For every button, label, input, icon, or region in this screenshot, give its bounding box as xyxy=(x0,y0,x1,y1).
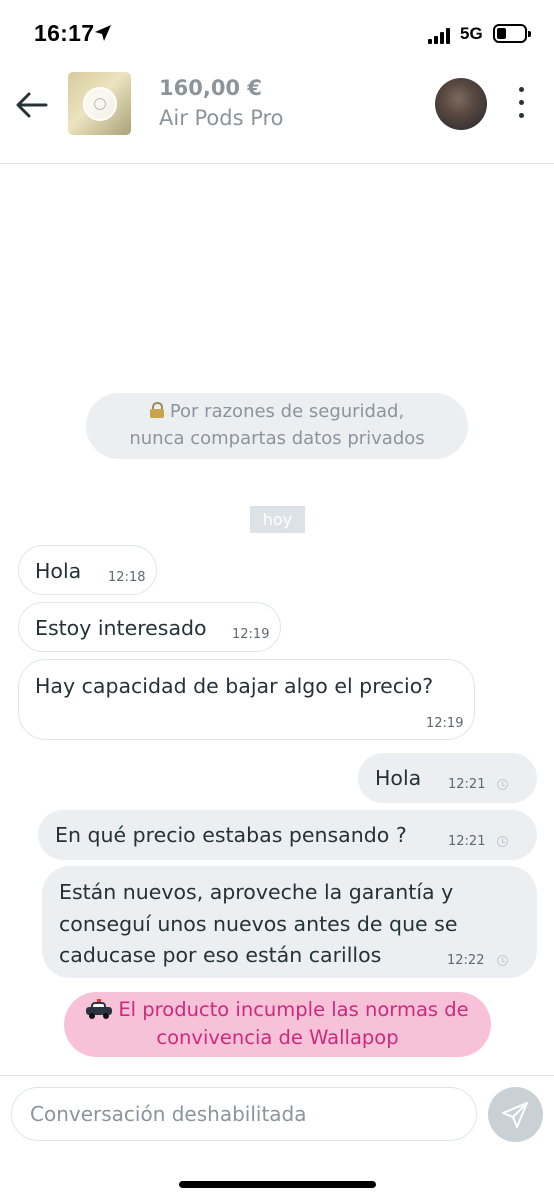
user-avatar[interactable] xyxy=(435,78,487,130)
home-indicator xyxy=(179,1181,376,1188)
date-separator: hoy xyxy=(250,506,305,533)
status-bar: 16:17 5G xyxy=(0,0,554,70)
product-price[interactable]: 160,00 € xyxy=(159,76,262,100)
message-time: 12:21 xyxy=(448,834,486,849)
outgoing-message[interactable]: Hola 12:21 xyxy=(358,753,537,803)
security-notice: Por razones de seguridad, nunca comparta… xyxy=(86,393,468,459)
police-car-icon xyxy=(86,999,113,1019)
product-thumbnail[interactable] xyxy=(68,72,131,135)
message-time: 12:19 xyxy=(426,716,464,731)
pending-clock-icon xyxy=(497,779,508,790)
network-type: 5G xyxy=(460,24,483,43)
incoming-message[interactable]: Estoy interesado 12:19 xyxy=(18,602,281,652)
message-time: 12:21 xyxy=(448,777,486,792)
moderation-notice: El producto incumple las normas de convi… xyxy=(64,992,491,1057)
send-button[interactable] xyxy=(488,1087,543,1142)
message-text: Hola xyxy=(35,559,82,583)
send-icon xyxy=(502,1102,528,1128)
moderation-notice-line1: El producto incumple las normas de xyxy=(118,998,469,1021)
status-time: 16:17 xyxy=(34,20,95,46)
message-time: 12:22 xyxy=(447,953,485,968)
pending-clock-icon xyxy=(497,955,508,966)
battery-icon xyxy=(493,24,531,43)
product-title[interactable]: Air Pods Pro xyxy=(159,106,284,130)
product-image-placeholder-icon xyxy=(83,87,117,121)
incoming-message[interactable]: Hay capacidad de bajar algo el precio? 1… xyxy=(18,659,475,740)
more-options-icon[interactable] xyxy=(513,85,531,121)
composer-bar xyxy=(0,1075,554,1200)
message-text-line: conseguí unos nuevos antes de que se xyxy=(59,912,458,936)
chat-header: 160,00 € Air Pods Pro xyxy=(0,70,554,164)
message-time: 12:18 xyxy=(108,570,146,585)
message-time: 12:19 xyxy=(232,627,270,642)
message-text-line: caducase por eso están carillos xyxy=(59,943,382,967)
incoming-message[interactable]: Hola 12:18 xyxy=(18,545,157,595)
back-arrow-icon[interactable] xyxy=(14,87,50,123)
outgoing-message[interactable]: Están nuevos, aproveche la garantía y co… xyxy=(42,866,537,978)
message-text: Hola xyxy=(375,766,422,790)
message-text-line: Están nuevos, aproveche la garantía y xyxy=(59,880,454,904)
outgoing-message[interactable]: En qué precio estabas pensando ? 12:21 xyxy=(38,810,537,860)
message-text: Estoy interesado xyxy=(35,616,207,640)
lock-icon xyxy=(149,402,164,418)
message-text: En qué precio estabas pensando ? xyxy=(55,823,407,847)
message-input[interactable] xyxy=(11,1087,477,1141)
message-text: Hay capacidad de bajar algo el precio? xyxy=(35,674,434,698)
pending-clock-icon xyxy=(497,836,508,847)
security-notice-line2: nunca compartas datos privados xyxy=(129,428,425,449)
moderation-notice-line2: convivencia de Wallapop xyxy=(156,1026,399,1049)
security-notice-line1: Por razones de seguridad, xyxy=(169,401,405,422)
cellular-signal-icon xyxy=(428,28,454,44)
location-arrow-icon xyxy=(95,25,111,41)
